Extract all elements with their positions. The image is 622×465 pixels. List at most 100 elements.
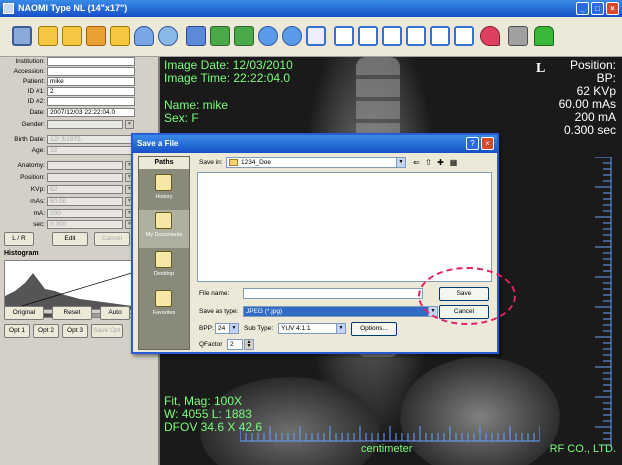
patient-field-value[interactable]: 2 — [47, 87, 135, 96]
company-label: RF CO., LTD. — [549, 443, 616, 455]
edit-button[interactable]: Edit — [52, 232, 88, 246]
back-icon[interactable]: ⇐ — [411, 157, 422, 168]
qfactor-input[interactable]: 2 — [227, 339, 243, 350]
heart-icon[interactable] — [480, 26, 500, 46]
file-name-label: File name: — [199, 290, 230, 297]
view-menu-icon[interactable]: ▦ — [448, 157, 459, 168]
patient-field-row: Institution: — [0, 57, 158, 67]
chevron-down-icon[interactable]: ▼ — [125, 120, 134, 129]
patient-field-value[interactable] — [47, 173, 123, 182]
patient-field-value[interactable] — [47, 57, 135, 66]
zoom-icon[interactable] — [210, 26, 230, 46]
places-header: Paths — [139, 157, 189, 169]
sec-text: 0.300 sec — [563, 123, 616, 137]
opt2-button[interactable]: Opt 2 — [33, 324, 59, 338]
dialog-help-button[interactable]: ? — [466, 137, 479, 150]
flip-icon[interactable] — [234, 26, 254, 46]
layout-1-icon[interactable] — [334, 26, 354, 46]
patient-field-value[interactable] — [47, 67, 135, 76]
drive-icon[interactable] — [134, 26, 154, 46]
patient-field-label: Institution: — [15, 58, 45, 65]
patient-field-value[interactable]: 0.300 — [47, 220, 123, 229]
tools-icon[interactable] — [508, 26, 528, 46]
patient-field-label: KVp: — [30, 186, 45, 193]
patient-field-value[interactable] — [47, 161, 123, 170]
patient-field-label: ID #2: — [27, 98, 45, 105]
patient-field-value[interactable] — [47, 97, 135, 106]
auto-button[interactable]: Auto — [100, 306, 130, 320]
save-button-highlight — [418, 267, 516, 325]
place-desktop-label: Desktop — [153, 271, 175, 277]
patient-field-label: Accession: — [13, 68, 45, 75]
file-name-input[interactable] — [243, 288, 423, 299]
maximize-button[interactable]: □ — [591, 2, 604, 15]
place-favorites-label: Favorites — [152, 310, 176, 316]
lock-icon[interactable] — [534, 26, 554, 46]
patient-field-row: ID #1: 2 — [0, 87, 158, 97]
patient-field-row: Date: 2007/12/03 22:22:04.0 — [0, 108, 158, 118]
layout-4-icon[interactable] — [406, 26, 426, 46]
save-as-type-select[interactable]: JPEG (*.jpg) ▼ — [243, 306, 438, 317]
patient-field-label: mAs: — [30, 198, 45, 205]
layout-2-icon[interactable] — [358, 26, 378, 46]
folder-open-icon[interactable] — [38, 26, 58, 46]
dialog-close-button[interactable]: × — [481, 137, 494, 150]
patient-field-value[interactable]: 12/ 3/1975 — [47, 135, 135, 144]
cancel-edit-button[interactable]: Cancel — [94, 232, 130, 246]
close-button[interactable]: × — [606, 2, 619, 15]
opt1-button[interactable]: Opt 1 — [4, 324, 30, 338]
place-history-label: History — [155, 194, 173, 200]
subtype-select[interactable]: YUV 4:1:1 ▼ — [278, 323, 346, 334]
window-title: NAOMI Type NL (14"x17") — [18, 3, 128, 13]
edit-image-icon[interactable] — [186, 26, 206, 46]
options-button[interactable]: Options... — [351, 322, 397, 336]
folder-box-icon[interactable] — [86, 26, 106, 46]
patient-field-value[interactable]: mike — [47, 77, 135, 86]
laterality-marker: L — [536, 61, 546, 76]
qfactor-label: QFactor — [199, 341, 223, 348]
patient-field-value[interactable]: 32 — [47, 146, 135, 155]
patient-field-value[interactable]: 60.00 — [47, 197, 123, 206]
place-favorites[interactable]: Favorites — [139, 288, 189, 326]
window-titlebar: NAOMI Type NL (14"x17") _ □ × — [0, 0, 622, 17]
rotate-icon[interactable] — [258, 26, 278, 46]
patient-field-value[interactable]: 2007/12/03 22:22:04.0 — [47, 108, 135, 117]
folder-export-icon[interactable] — [110, 26, 130, 46]
patient-field-label: sec: — [33, 221, 45, 228]
place-my-documents[interactable]: My Documents — [139, 210, 189, 248]
place-desktop[interactable]: Desktop — [139, 249, 189, 287]
save-opt-button[interactable]: Save Opt — [91, 324, 123, 338]
patient-field-value[interactable]: 62 — [47, 185, 123, 194]
minimize-button[interactable]: _ — [576, 2, 589, 15]
up-folder-icon[interactable]: ⇧ — [423, 157, 434, 168]
patient-field-value[interactable]: 200 — [47, 209, 123, 218]
lr-button[interactable]: L / R — [4, 232, 34, 246]
layout-3-icon[interactable] — [382, 26, 402, 46]
folder-icon — [229, 158, 238, 166]
xray-pelvis-right — [400, 357, 560, 465]
save-in-value: 1234_Doe — [241, 159, 271, 166]
file-list[interactable] — [197, 172, 492, 282]
layout-6-icon[interactable] — [454, 26, 474, 46]
vertical-ruler — [595, 157, 612, 447]
folder-add-icon[interactable] — [62, 26, 82, 46]
save-in-select[interactable]: 1234_Doe ▼ — [226, 157, 406, 168]
patient-field-value[interactable] — [47, 120, 123, 129]
globe-icon[interactable] — [158, 26, 178, 46]
reset-button[interactable]: Reset — [52, 306, 92, 320]
patient-field-row: Accession: — [0, 67, 158, 77]
undo-icon[interactable] — [282, 26, 302, 46]
original-button[interactable]: Original — [4, 306, 44, 320]
patient-field-label: mA: — [33, 210, 45, 217]
new-folder-icon[interactable]: ✚ — [435, 157, 446, 168]
bpp-select[interactable]: 24 ▼ — [215, 323, 239, 334]
histogram-label: Histogram — [4, 250, 39, 257]
main-toolbar — [0, 17, 622, 57]
layout-5-icon[interactable] — [430, 26, 450, 46]
text-tool-icon[interactable] — [306, 26, 326, 46]
opt3-button[interactable]: Opt 3 — [62, 324, 88, 338]
my-documents-icon — [155, 212, 172, 229]
place-history[interactable]: History — [139, 172, 189, 210]
home-icon[interactable] — [12, 26, 32, 46]
qfactor-spinner[interactable]: ▲ ▼ — [244, 339, 254, 350]
